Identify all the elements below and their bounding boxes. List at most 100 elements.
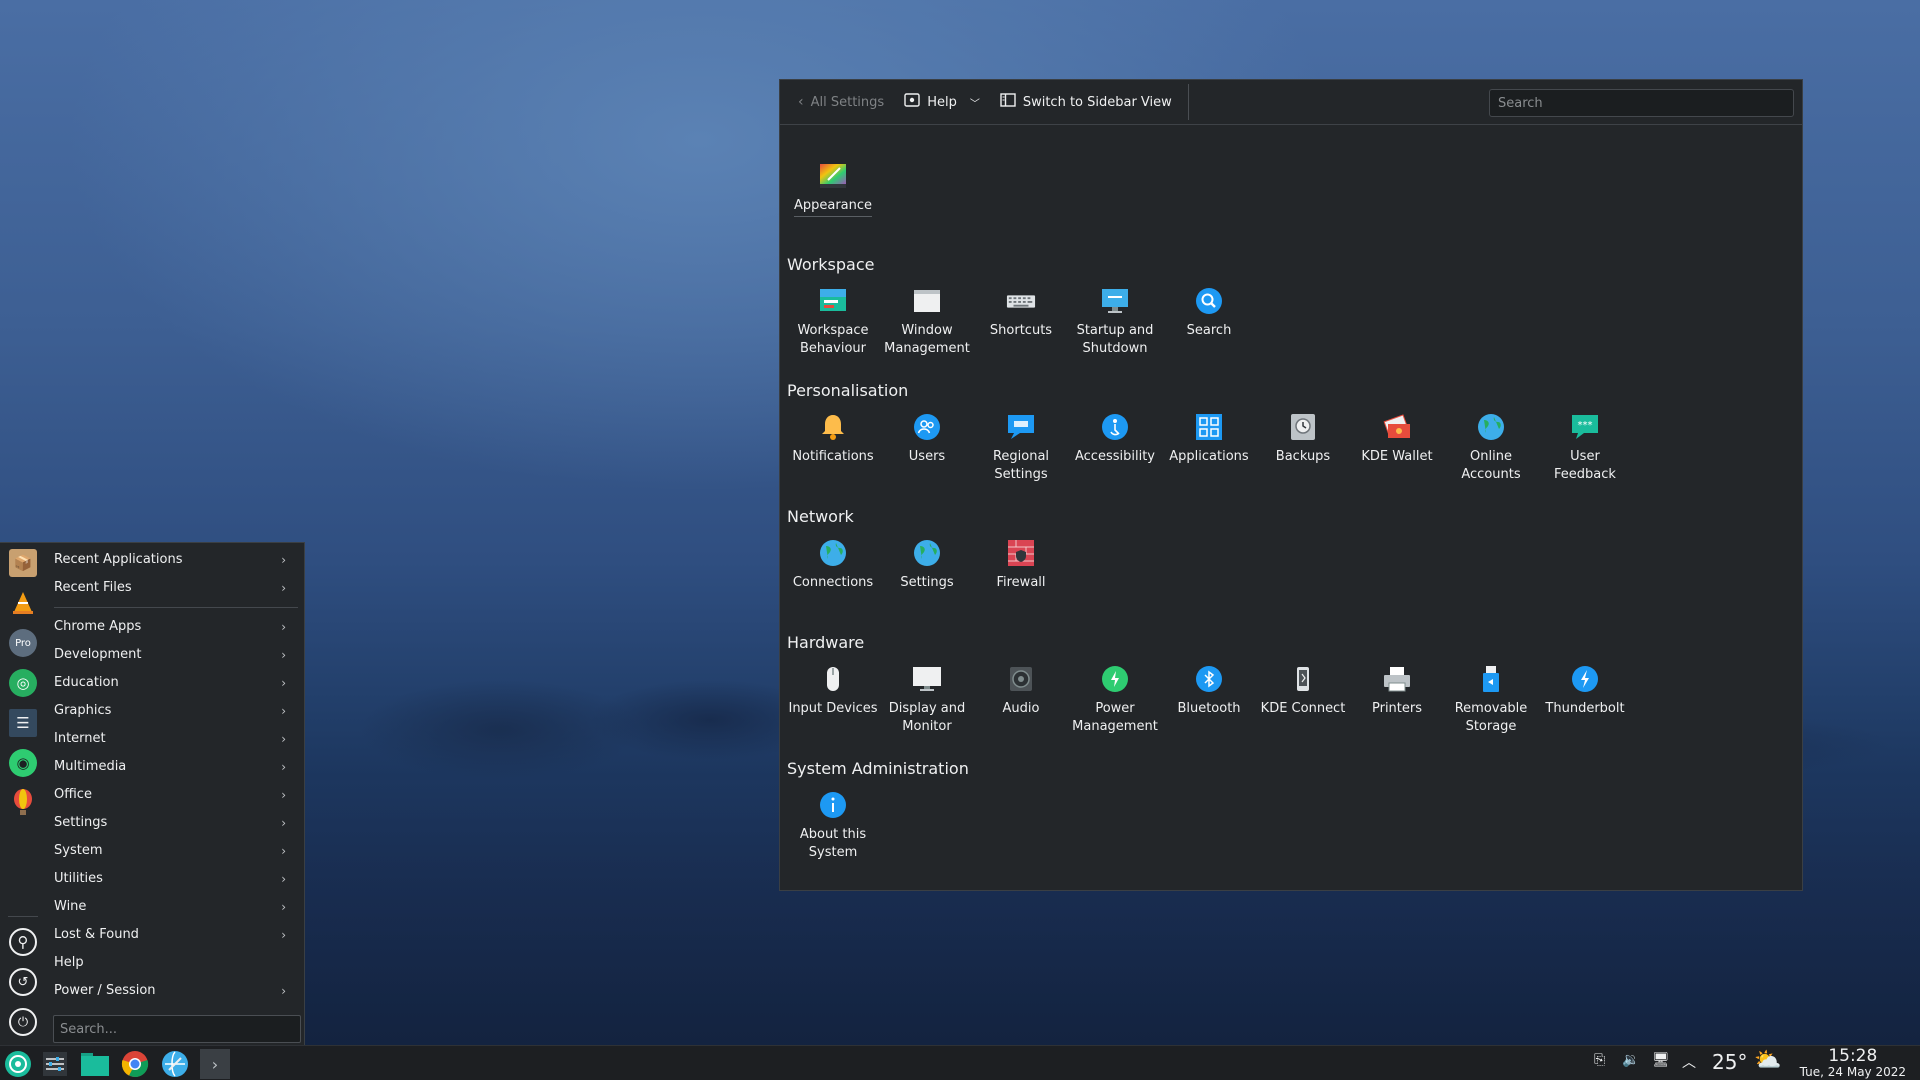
settings-tile-shortcuts[interactable]: Shortcuts (974, 279, 1068, 358)
appearance-icon (818, 161, 848, 191)
chevron-right-icon: › (281, 676, 286, 690)
help-menu-button[interactable]: Help ﹀ (894, 87, 990, 117)
chevron-right-icon: › (281, 732, 286, 746)
shutdown-icon[interactable]: ⏻ (9, 1008, 37, 1036)
temperature-readout[interactable]: 25° (1712, 1050, 1747, 1074)
chrome-button[interactable] (120, 1049, 150, 1079)
settings-tile-bluetooth[interactable]: Bluetooth (1162, 657, 1256, 736)
package-icon[interactable]: 📦 (9, 549, 37, 577)
menu-item-development[interactable]: Development › (54, 643, 294, 667)
menu-item-settings[interactable]: Settings › (54, 811, 294, 835)
search-help-icon[interactable]: ⚲ (9, 928, 37, 956)
settings-search-input[interactable] (1489, 89, 1794, 117)
settings-task-button[interactable] (40, 1049, 70, 1079)
menu-item-chrome-apps[interactable]: Chrome Apps › (54, 615, 294, 639)
menu-item-education[interactable]: Education › (54, 671, 294, 695)
applications-icon (1194, 412, 1224, 442)
settings-tile-power-management[interactable]: Power Management (1068, 657, 1162, 736)
balloon-app-icon[interactable] (9, 789, 37, 817)
info-icon (818, 790, 848, 820)
system-settings-window: ‹ All Settings Help ﹀ Switch to Sidebar … (779, 79, 1803, 891)
users-icon (912, 412, 942, 442)
globe-icon (912, 538, 942, 568)
education-app-icon[interactable]: ◎ (9, 669, 37, 697)
menu-item-system[interactable]: System › (54, 839, 294, 863)
chevron-right-icon: › (281, 704, 286, 718)
thunderbolt-icon (1570, 664, 1600, 694)
all-settings-button[interactable]: ‹ All Settings (788, 87, 894, 117)
menu-item-multimedia[interactable]: Multimedia › (54, 755, 294, 779)
chevron-right-icon: › (281, 872, 286, 886)
settings-tile-firewall[interactable]: Firewall (974, 531, 1068, 592)
kdeconnect-globe-icon (162, 1051, 188, 1077)
menu-item-internet[interactable]: Internet › (54, 727, 294, 751)
vlc-icon[interactable] (9, 589, 37, 617)
settings-tile-about-system[interactable]: About this System (786, 783, 880, 862)
category-title-system-administration: System Administration (787, 759, 969, 778)
settings-tile-startup-shutdown[interactable]: Startup and Shutdown (1068, 279, 1162, 358)
settings-tile-regional-settings[interactable]: Regional Settings (974, 405, 1068, 484)
launcher-search-input[interactable] (53, 1015, 301, 1043)
clipboard-tray-icon[interactable]: ⎘ (1594, 1052, 1605, 1068)
printer-icon (1382, 664, 1412, 694)
taskbar: › ⎘ 🔉 🖥 ︿ 25° ⛅ 15:28 Tue, 24 May 2022 (0, 1045, 1920, 1080)
chevron-right-icon: › (281, 553, 286, 567)
expand-tray-icon[interactable]: ︿ (1682, 1052, 1696, 1072)
settings-tile-appearance[interactable]: Appearance (786, 154, 880, 217)
file-manager-button[interactable] (80, 1049, 110, 1079)
settings-grid: Appearance Workspace Workspace Behaviour… (780, 126, 1802, 890)
settings-app-icon[interactable]: ☰ (9, 709, 37, 737)
menu-item-power-session[interactable]: Power / Session › (54, 979, 294, 1003)
settings-tile-window-management[interactable]: Window Management (880, 279, 974, 358)
settings-tile-backups[interactable]: Backups (1256, 405, 1350, 484)
switch-to-sidebar-view-button[interactable]: Switch to Sidebar View (990, 87, 1182, 117)
settings-tile-kde-wallet[interactable]: KDE Wallet (1350, 405, 1444, 484)
phone-icon (1288, 664, 1318, 694)
menu-item-recent-applications[interactable]: Recent Applications › (54, 548, 294, 572)
settings-tile-printers[interactable]: Printers (1350, 657, 1444, 736)
terminal-icon: › (211, 1054, 219, 1074)
toolbar-separator (1187, 84, 1189, 120)
settings-tile-accessibility[interactable]: Accessibility (1068, 405, 1162, 484)
sliders-icon (43, 1052, 67, 1076)
multimedia-app-icon[interactable]: ◉ (9, 749, 37, 777)
settings-tile-network-settings[interactable]: Settings (880, 531, 974, 592)
pro-app-icon[interactable]: Pro (9, 629, 37, 657)
menu-item-graphics[interactable]: Graphics › (54, 699, 294, 723)
settings-tile-connections[interactable]: Connections (786, 531, 880, 592)
settings-tile-user-feedback[interactable]: *** User Feedback (1538, 405, 1632, 484)
svg-text:***: *** (1578, 420, 1593, 431)
settings-tile-removable-storage[interactable]: Removable Storage (1444, 657, 1538, 736)
application-launcher-menu: 📦 Pro ◎ ☰ ◉ ⚲ ↺ ⏻ Recent Applications › R… (0, 542, 305, 1046)
settings-tile-search[interactable]: Search (1162, 279, 1256, 358)
power-icon (1100, 664, 1130, 694)
settings-tile-online-accounts[interactable]: Online Accounts (1444, 405, 1538, 484)
settings-tile-applications[interactable]: Applications (1162, 405, 1256, 484)
menu-item-office[interactable]: Office › (54, 783, 294, 807)
menu-item-help[interactable]: Help (54, 951, 294, 975)
menu-item-recent-files[interactable]: Recent Files › (54, 576, 294, 600)
digital-clock[interactable]: 15:28 Tue, 24 May 2022 (1800, 1047, 1906, 1079)
network-tray-icon[interactable]: 🖥 (1652, 1052, 1670, 1068)
settings-tile-notifications[interactable]: Notifications (786, 405, 880, 484)
speaker-icon (1006, 664, 1036, 694)
menu-item-wine[interactable]: Wine › (54, 895, 294, 919)
settings-tile-input-devices[interactable]: Input Devices (786, 657, 880, 736)
app-launcher-button[interactable] (3, 1049, 33, 1079)
settings-tile-users[interactable]: Users (880, 405, 974, 484)
network-app-button[interactable] (160, 1049, 190, 1079)
settings-tile-audio[interactable]: Audio (974, 657, 1068, 736)
settings-tile-display-monitor[interactable]: Display and Monitor (880, 657, 974, 736)
menu-item-utilities[interactable]: Utilities › (54, 867, 294, 891)
menu-item-lost-found[interactable]: Lost & Found › (54, 923, 294, 947)
session-history-icon[interactable]: ↺ (9, 968, 37, 996)
settings-tile-thunderbolt[interactable]: Thunderbolt (1538, 657, 1632, 736)
settings-tile-workspace-behaviour[interactable]: Workspace Behaviour (786, 279, 880, 358)
terminal-button[interactable]: › (200, 1049, 230, 1079)
chevron-right-icon: › (281, 760, 286, 774)
monitor-icon (1100, 286, 1130, 316)
menu-separator (54, 607, 298, 608)
weather-cloud-icon[interactable]: ⛅ (1754, 1048, 1781, 1073)
volume-tray-icon[interactable]: 🔉 (1622, 1052, 1639, 1068)
settings-tile-kde-connect[interactable]: KDE Connect (1256, 657, 1350, 736)
